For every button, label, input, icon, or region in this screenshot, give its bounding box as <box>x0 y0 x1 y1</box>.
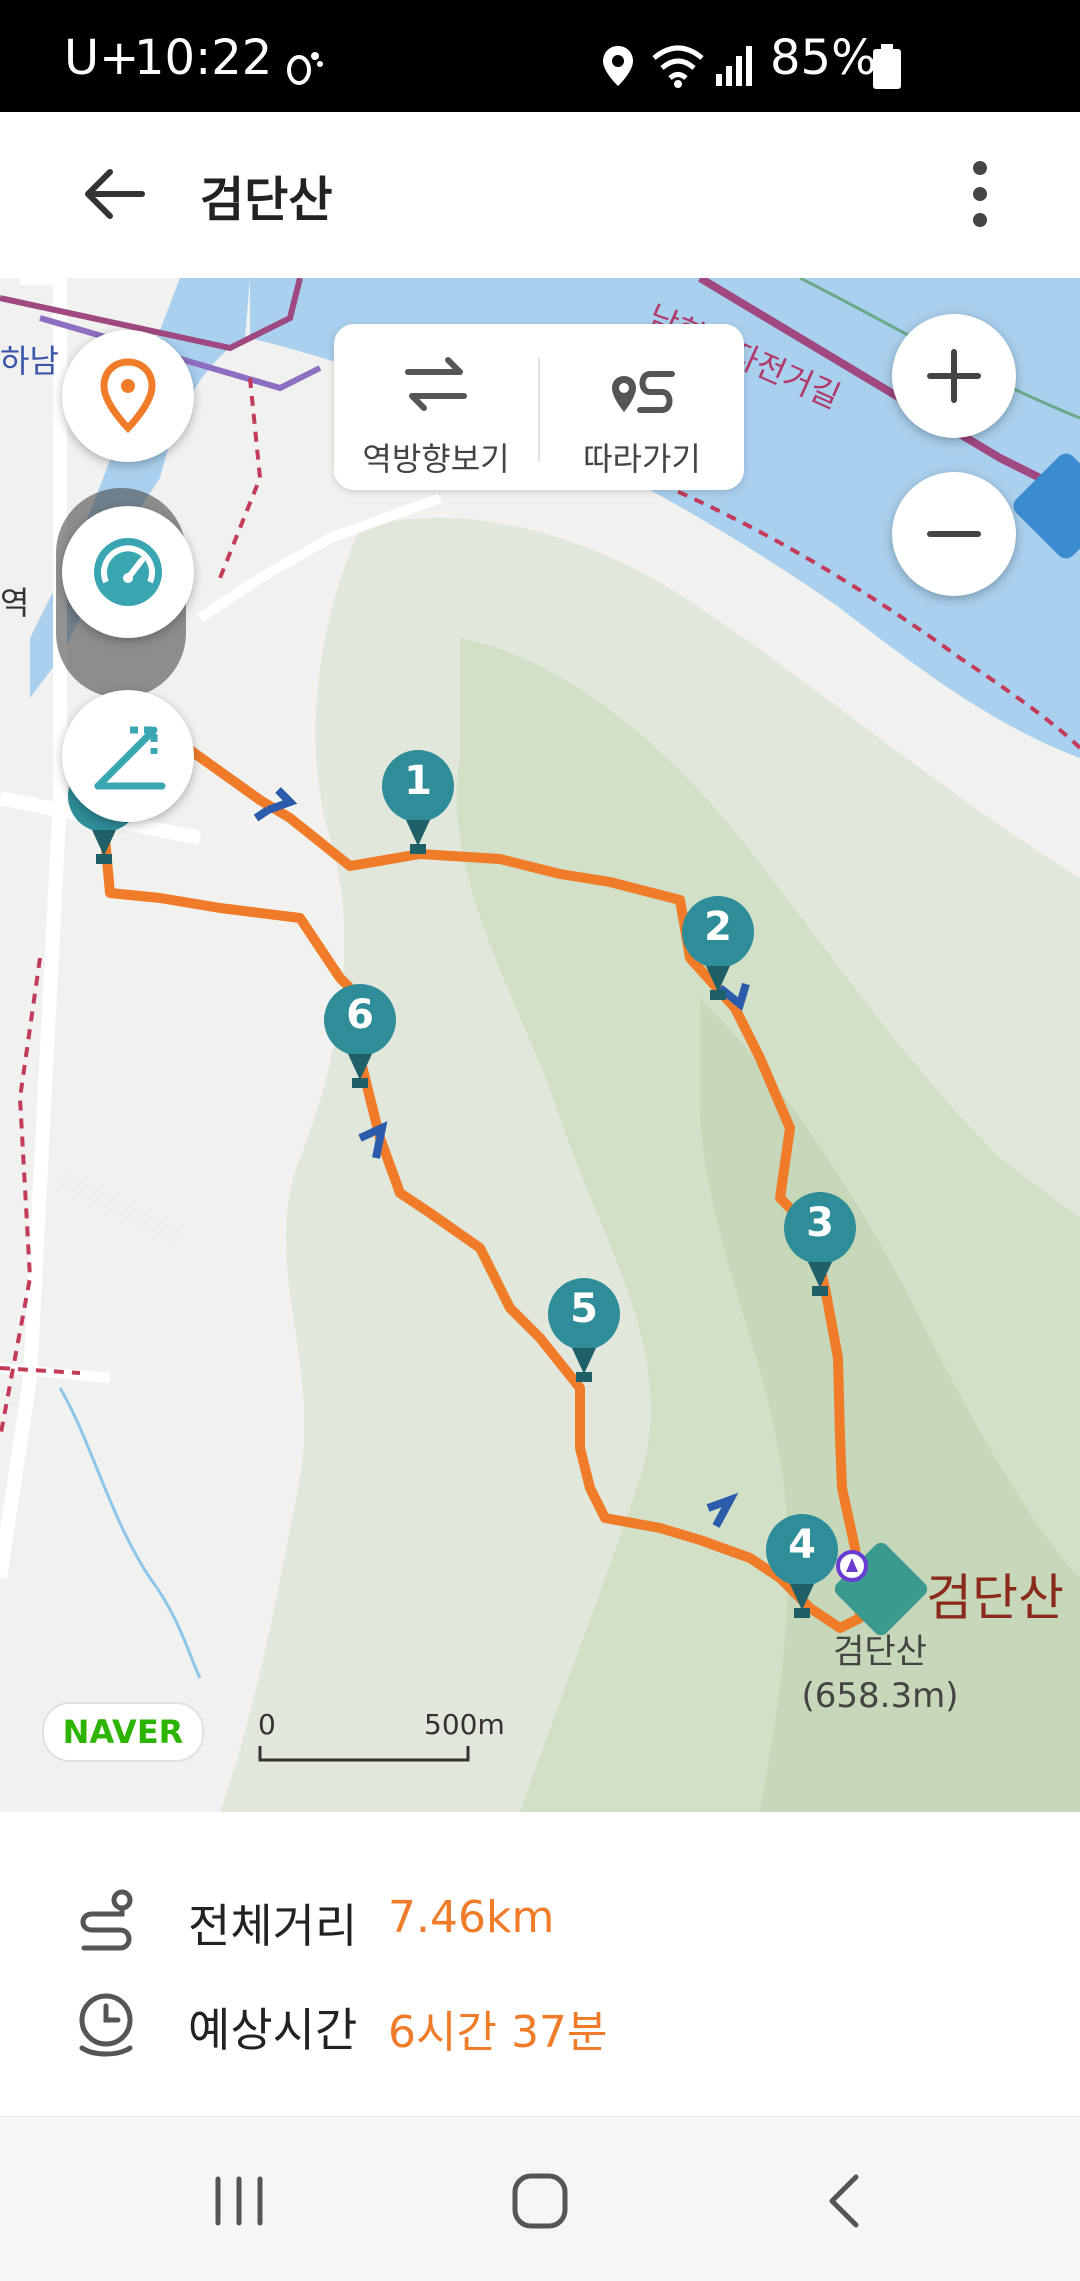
waypoint-label: 2 <box>704 904 732 950</box>
home-icon[interactable] <box>510 2171 570 2231</box>
naver-logo: NAVER <box>42 1702 204 1762</box>
waypoint-6[interactable]: 6 <box>322 984 398 1094</box>
waypoint-label: 4 <box>788 1522 816 1568</box>
summit-elevation: (658.3m) <box>801 1676 959 1716</box>
route-controls: 역방향보기 따라가기 <box>334 324 744 490</box>
clock-icon <box>79 1993 133 2057</box>
waypoint-2[interactable]: 2 <box>680 896 756 1006</box>
minus-icon <box>927 531 981 537</box>
page-title: 검단산 <box>200 172 333 228</box>
footprint-icon <box>287 52 323 85</box>
scale-bar: 0 500m <box>258 1708 505 1768</box>
battery-icon <box>873 44 901 89</box>
zoom-in-button[interactable] <box>892 314 1016 438</box>
scale-end: 500m <box>424 1708 505 1741</box>
back-nav-icon[interactable] <box>824 2173 864 2229</box>
distance-label: 전체거리 <box>188 1899 358 1953</box>
waypoint-3-marker[interactable]: 3 <box>782 1192 858 1302</box>
waypoint-4[interactable]: 4 <box>764 1514 840 1624</box>
elevation-button[interactable] <box>62 690 194 822</box>
speed-button[interactable] <box>62 506 194 638</box>
zoom-out-button[interactable] <box>892 472 1016 596</box>
reverse-direction-label: 역방향보기 <box>362 440 510 478</box>
reverse-direction-button[interactable]: 역방향보기 <box>334 324 538 490</box>
swap-arrows-icon <box>405 357 467 411</box>
waypoint-label: 6 <box>346 992 374 1038</box>
follow-route-button[interactable]: 따라가기 <box>540 324 744 490</box>
route-distance-icon <box>80 1889 133 1951</box>
waypoint-3[interactable] <box>782 492 858 602</box>
follow-route-icon <box>612 371 675 413</box>
recent-apps-icon[interactable] <box>212 2175 266 2227</box>
location-button[interactable] <box>62 330 194 462</box>
more-vert-icon[interactable] <box>962 158 998 230</box>
station-label: 역 <box>0 584 30 622</box>
speedometer-icon <box>94 538 162 606</box>
signal-icon <box>716 46 752 86</box>
clock: 10:22 <box>134 30 273 86</box>
plus-icon <box>927 349 981 403</box>
battery-percent: 85% <box>770 30 877 86</box>
arrow-left-icon[interactable] <box>80 164 148 224</box>
pin-icon <box>100 358 156 433</box>
distance-value: 7.46km <box>388 1892 555 1943</box>
summit-caption: 검단산 (658.3m) <box>800 1630 960 1718</box>
current-location-icon <box>836 1550 868 1582</box>
location-icon <box>603 46 633 86</box>
time-value: 6시간 37분 <box>388 2007 608 2058</box>
route-summary: 전체거리 7.46km 예상시간 6시간 37분 <box>0 1812 1080 2112</box>
follow-route-label: 따라가기 <box>583 440 701 478</box>
scale-start: 0 <box>258 1708 276 1741</box>
status-bar: U+ 10:22 85% <box>0 0 1080 112</box>
waypoint-label: 3 <box>806 1200 834 1246</box>
waypoint-5[interactable]: 5 <box>546 1278 622 1388</box>
wifi-icon <box>652 45 704 88</box>
elevation-icon <box>94 726 166 790</box>
summit-name: 검단산 <box>926 1569 1064 1627</box>
app-bar: 검단산 <box>0 112 1080 274</box>
area-label: 하남 <box>0 342 59 380</box>
summit-caption-name: 검단산 <box>833 1632 927 1672</box>
carrier-label: U+ <box>64 30 140 86</box>
time-label: 예상시간 <box>188 2003 358 2057</box>
distance-row: 전체거리 7.46km <box>0 1880 1080 1960</box>
waypoint-label: 5 <box>570 1286 598 1332</box>
map-view[interactable]: 남한강자전거길 하남 역 1 2 3 4 5 6 검단산 검단산 (658.3m… <box>0 278 1080 1812</box>
waypoint-1[interactable]: 1 <box>380 750 456 860</box>
waypoint-label: 1 <box>404 758 432 804</box>
system-nav-bar <box>0 2116 1080 2281</box>
time-row: 예상시간 6시간 37분 <box>0 1984 1080 2064</box>
